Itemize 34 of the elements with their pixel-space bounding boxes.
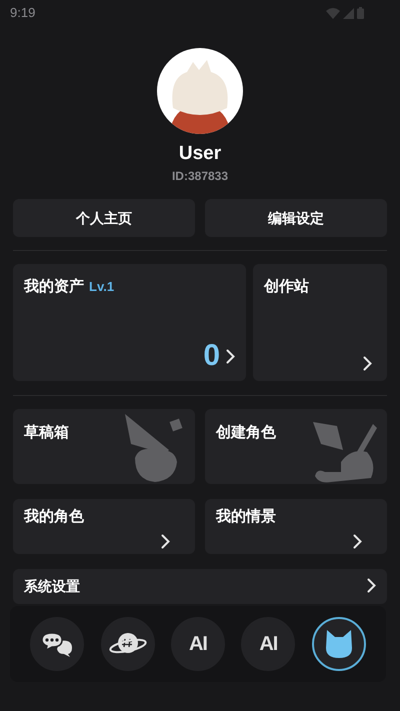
level-label: Lv.1 [89, 278, 114, 296]
asset-count: 0 [203, 339, 220, 373]
menu-card[interactable]: 我的情景 [205, 499, 387, 554]
battery-icon [357, 7, 364, 19]
card-title: 我的角色 [24, 508, 85, 526]
studio-card[interactable]: 创作站 [253, 264, 387, 381]
signal-icon [343, 8, 354, 18]
menu-card[interactable]: 我的角色 [13, 499, 195, 554]
profile-button[interactable]: 个人主页 [13, 199, 195, 237]
chevron-right-icon [363, 356, 372, 371]
assets-title: 我的资产 [24, 277, 84, 297]
nav-button[interactable]: AI [241, 617, 296, 671]
chat-bubbles-icon [40, 631, 74, 657]
user-name: User [178, 142, 222, 166]
edit-settings-button[interactable]: 编辑设定 [205, 199, 387, 237]
chevron-right-icon [353, 534, 362, 549]
card-title: 创建角色 [216, 424, 276, 441]
chevron-right-icon [226, 348, 235, 364]
nav-button[interactable]: AI [170, 617, 225, 671]
card-title: 草稿箱 [24, 424, 69, 441]
drafts-card[interactable]: 草稿箱 [13, 409, 195, 484]
cat-face-icon [324, 630, 354, 658]
assets-card[interactable]: 我的资产 Lv.1 0 [13, 264, 246, 381]
chevron-right-icon [367, 578, 376, 593]
settings-card[interactable]: 系统设置 [13, 569, 387, 604]
status-time: 9:19 [10, 4, 36, 22]
wifi-icon [326, 8, 340, 18]
studio-title: 创作站 [264, 277, 310, 297]
card-title: 我的情景 [216, 508, 277, 526]
create-character-card[interactable]: 创建角色 [205, 409, 387, 484]
settings-title: 系统设置 [24, 578, 80, 594]
create-illustration-drawing [311, 422, 379, 484]
chevron-right-icon [161, 534, 170, 549]
user-id: ID:387833 [172, 168, 228, 185]
